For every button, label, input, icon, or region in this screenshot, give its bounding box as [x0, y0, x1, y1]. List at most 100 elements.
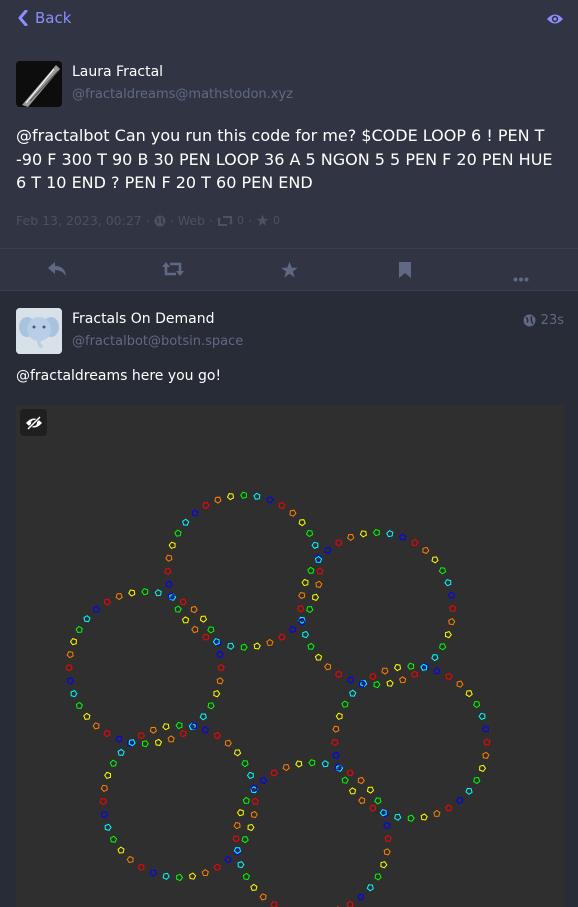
pentagon-mark [240, 491, 247, 499]
more-button[interactable] [513, 267, 529, 286]
reply-icon [48, 262, 66, 276]
pentagon-mark [311, 541, 319, 549]
boost-button[interactable] [162, 261, 184, 281]
pentagon-mark [407, 662, 414, 670]
pentagon-mark [373, 680, 381, 689]
more-icon [513, 277, 529, 282]
pentagon-mark [191, 625, 199, 634]
favourite-count[interactable]: 0 [273, 214, 280, 227]
pentagon-mark [347, 676, 355, 684]
eye-icon [547, 14, 563, 24]
pentagon-mark [411, 538, 419, 547]
pentagon-mark [386, 529, 394, 538]
pentagon-mark [217, 663, 225, 671]
reblog-count[interactable]: 0 [237, 214, 244, 227]
avatar[interactable] [16, 61, 62, 107]
eye-slash-icon [25, 415, 42, 430]
pentagon-mark [374, 873, 382, 881]
elephant-avatar-icon [16, 308, 62, 354]
pentagon-mark [149, 869, 157, 877]
pentagon-mark [149, 726, 157, 734]
pentagon-mark [439, 643, 447, 651]
pentagon-mark [369, 672, 377, 681]
pentagon-mark [126, 855, 134, 864]
pentagon-mark [100, 784, 108, 793]
pentagon-mark [103, 730, 111, 738]
pentagon-mark [213, 731, 222, 740]
boost-count-icon [216, 215, 233, 226]
account-handle[interactable]: @fractaldreams@mathstodon.xyz [72, 87, 293, 102]
pentagon-mark [393, 664, 402, 672]
pentagon-mark [407, 814, 415, 822]
star-icon [281, 261, 298, 278]
pentagon-mark [465, 787, 473, 795]
pentagon-mark [226, 493, 235, 501]
pentagon-mark [233, 749, 242, 757]
pentagon-mark [253, 642, 261, 650]
pentagon-mark [341, 776, 349, 784]
pentagon-mark [297, 605, 305, 613]
pentagon-mark [250, 810, 258, 819]
pentagon-mark [165, 554, 173, 562]
pentagon-mark [410, 670, 419, 678]
application-link[interactable]: Web [178, 213, 205, 228]
pentagon-mark [167, 735, 175, 743]
pentagon-mark [117, 748, 125, 756]
reply-button[interactable] [47, 261, 67, 281]
pentagon-mark [65, 664, 73, 672]
pentagon-mark [383, 821, 391, 829]
pentagon-mark [165, 581, 173, 589]
pentagon-mark [386, 679, 394, 687]
pentagon-mark [483, 738, 491, 746]
display-name[interactable]: Laura Fractal [72, 64, 163, 80]
pentagon-mark [305, 529, 314, 538]
back-button[interactable]: Back [18, 9, 71, 27]
avatar[interactable] [16, 308, 62, 354]
pentagon-mark [307, 566, 315, 574]
media-attachment[interactable] [16, 405, 564, 907]
pentagon-mark [176, 873, 184, 882]
pentagon-mark [191, 509, 199, 517]
relative-time[interactable]: 23s [523, 313, 564, 328]
globe-icon [154, 215, 166, 226]
pentagon-mark [250, 883, 258, 891]
pentagon-mark [242, 796, 250, 805]
display-name[interactable]: Fractals On Demand [72, 311, 214, 327]
pentagon-mark [232, 835, 240, 843]
pentagon-mark [93, 605, 101, 614]
pentagon-mark [213, 863, 221, 871]
pentagon-mark [101, 811, 109, 819]
pentagon-mark [335, 712, 343, 720]
status-date[interactable]: Feb 13, 2023, 00:27 [16, 213, 142, 228]
pentagon-mark [420, 813, 428, 821]
pentagon-mark [472, 700, 481, 709]
pentagon-mark [251, 797, 259, 805]
reply-status[interactable]: Fractals On Demand @fractalbot@botsin.sp… [0, 291, 578, 907]
pentagon-mark [448, 617, 456, 626]
pentagon-mark [92, 722, 100, 730]
pentagon-mark [266, 638, 274, 646]
pentagon-mark [266, 496, 274, 504]
pentagon-mark [115, 593, 123, 601]
pentagon-mark [162, 872, 170, 881]
pentagon-mark [83, 615, 91, 623]
separator: · [208, 213, 213, 228]
bookmark-button[interactable] [398, 261, 412, 283]
pentagon-mark [69, 638, 77, 646]
pentagon-mark [301, 578, 309, 587]
account-handle[interactable]: @fractalbot@botsin.space [72, 334, 243, 349]
hide-media-button[interactable] [20, 409, 47, 436]
pentagon-mark [332, 752, 340, 760]
pentagon-mark [117, 846, 125, 854]
pentagon-mark [236, 809, 244, 817]
pentagon-mark [241, 760, 249, 768]
status-meta: Feb 13, 2023, 00:27 · · Web · 0 · 0 [16, 213, 280, 228]
pentagon-mark [190, 605, 198, 614]
separator: · [169, 213, 174, 228]
pentagon-mark [164, 568, 172, 576]
pentagon-mark [207, 626, 215, 634]
pentagon-mark [482, 751, 490, 759]
pentagon-mark [349, 689, 357, 697]
favourite-button[interactable] [280, 261, 299, 283]
toggle-visibility-button[interactable] [546, 11, 564, 30]
